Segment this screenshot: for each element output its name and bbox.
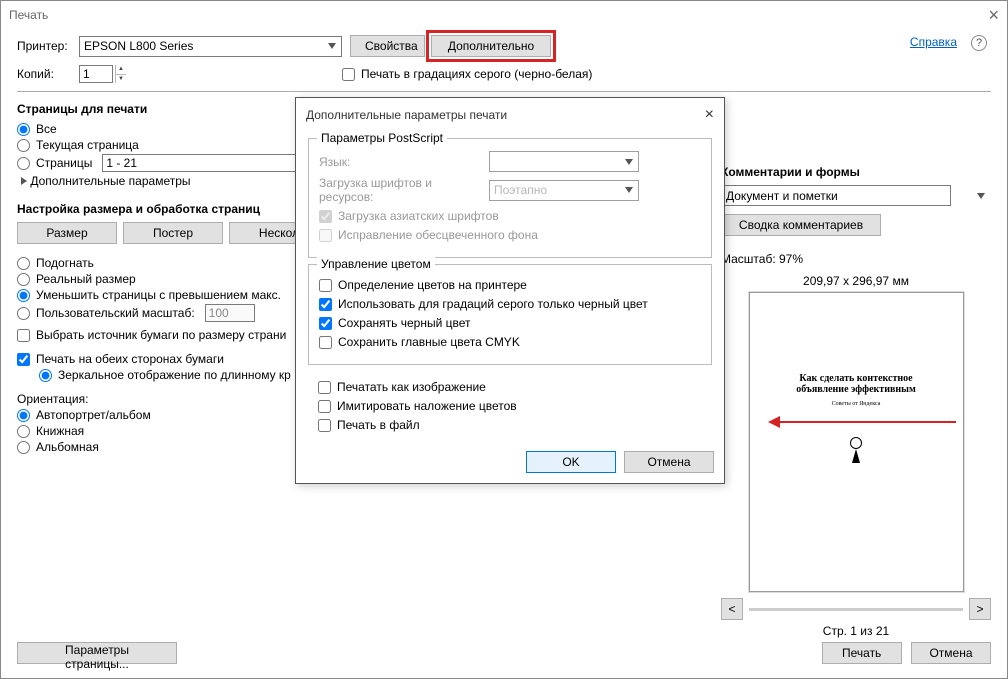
titlebar: Печать ×	[1, 1, 1007, 29]
cancel-button[interactable]: Отмена	[911, 642, 991, 664]
page-counter: Стр. 1 из 21	[721, 624, 991, 638]
copies-stepper[interactable]: ▲▼	[79, 65, 127, 83]
help-link[interactable]: Справка	[910, 35, 957, 49]
print-to-file-checkbox[interactable]	[318, 419, 331, 432]
simulate-overprint-checkbox[interactable]	[318, 400, 331, 413]
scale-label: Масштаб: 97%	[721, 252, 991, 266]
custom-scale-radio[interactable]	[17, 307, 30, 320]
modal-title: Дополнительные параметры печати	[306, 108, 507, 122]
comments-title: Комментарии и формы	[721, 165, 991, 179]
annotation-arrowhead-icon	[768, 416, 780, 428]
print-button[interactable]: Печать	[822, 642, 902, 664]
cm-keepblack-checkbox[interactable]	[319, 317, 332, 330]
ps-bg-checkbox	[319, 229, 332, 242]
paper-source-checkbox[interactable]	[17, 329, 30, 342]
page-dimensions: 209,97 x 296,97 мм	[721, 274, 991, 288]
shrink-radio[interactable]	[17, 289, 30, 302]
window-title: Печать	[9, 8, 48, 22]
fit-radio[interactable]	[17, 257, 30, 270]
modal-close-icon[interactable]: ×	[705, 106, 714, 124]
prev-page-button[interactable]: <	[721, 598, 743, 620]
orient-landscape-radio[interactable]	[17, 441, 30, 454]
duplex-checkbox[interactable]	[17, 353, 30, 366]
copies-label: Копий:	[17, 67, 79, 81]
cm-grayblack-checkbox[interactable]	[319, 298, 332, 311]
custom-scale-input	[205, 304, 255, 322]
printer-label: Принтер:	[17, 39, 79, 53]
actual-size-radio[interactable]	[17, 273, 30, 286]
mirror-long-radio[interactable]	[39, 369, 52, 382]
comments-select[interactable]: Документ и пометки	[721, 185, 951, 206]
grayscale-label: Печать в градациях серого (черно-белая)	[361, 67, 592, 81]
next-page-button[interactable]: >	[969, 598, 991, 620]
pages-range-radio[interactable]	[17, 157, 30, 170]
keyhole-icon	[845, 437, 867, 471]
orient-auto-radio[interactable]	[17, 409, 30, 422]
printer-select[interactable]: EPSON L800 Series	[79, 36, 342, 57]
pages-range-input[interactable]	[102, 154, 312, 172]
cm-cmyk-checkbox[interactable]	[319, 336, 332, 349]
cm-printer-checkbox[interactable]	[319, 279, 332, 292]
print-dialog: Печать × Справка ? Принтер: EPSON L800 S…	[0, 0, 1008, 679]
orient-portrait-radio[interactable]	[17, 425, 30, 438]
grayscale-checkbox[interactable]	[342, 68, 355, 81]
expand-icon[interactable]	[21, 177, 27, 185]
ps-lang-select	[489, 151, 639, 172]
color-mgmt-legend: Управление цветом	[317, 257, 435, 271]
postscript-legend: Параметры PostScript	[317, 131, 447, 145]
size-button[interactable]: Размер	[17, 222, 117, 244]
pages-all-radio[interactable]	[17, 123, 30, 136]
advanced-print-dialog: Дополнительные параметры печати × Параме…	[295, 97, 725, 484]
advanced-button[interactable]: Дополнительно	[431, 35, 551, 57]
page-slider[interactable]	[749, 608, 963, 611]
pages-more-params[interactable]: Дополнительные параметры	[30, 174, 190, 188]
help-icon[interactable]: ?	[971, 35, 987, 51]
copies-input[interactable]	[79, 65, 113, 83]
poster-button[interactable]: Постер	[123, 222, 223, 244]
ps-fonts-label: Загрузка шрифтов и ресурсов:	[319, 176, 489, 204]
ps-fonts-select: Поэтапно	[489, 180, 639, 201]
close-icon[interactable]: ×	[988, 5, 999, 26]
ps-lang-label: Язык:	[319, 155, 489, 169]
ps-asian-checkbox	[319, 210, 332, 223]
annotation-arrow	[776, 421, 956, 423]
page-setup-button[interactable]: Параметры страницы...	[17, 642, 177, 664]
pages-current-radio[interactable]	[17, 139, 30, 152]
page-preview: Как сделать контекстноеобъявление эффект…	[749, 292, 964, 592]
modal-ok-button[interactable]: OK	[526, 451, 616, 473]
properties-button[interactable]: Свойства	[350, 35, 425, 57]
print-as-image-checkbox[interactable]	[318, 381, 331, 394]
comments-summary-button[interactable]: Сводка комментариев	[721, 214, 881, 236]
modal-cancel-button[interactable]: Отмена	[624, 451, 714, 473]
